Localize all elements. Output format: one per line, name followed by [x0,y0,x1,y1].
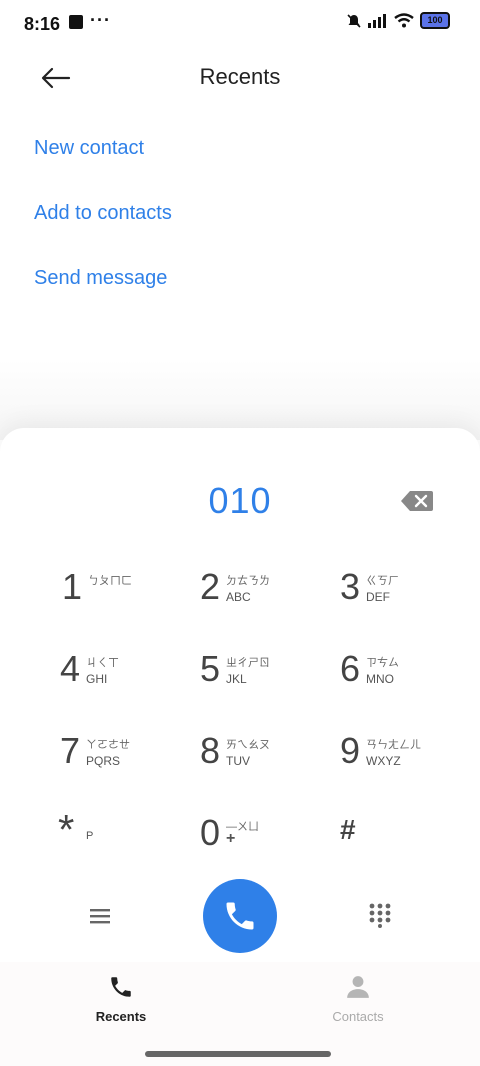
phone-icon [111,977,131,997]
nav-contacts[interactable]: Contacts [298,974,418,1024]
person-icon [347,976,369,998]
key-letters: P [86,830,94,842]
key-7[interactable]: 7 ㄚㄛㄜㄝ PQRS [60,726,200,796]
key-letters: MNO [366,672,394,686]
key-zhuyin: ㄢㄣㄤㄥㄦ [366,739,421,751]
key-letters: JKL [226,672,247,686]
key-4[interactable]: 4 ㄐㄑㄒ GHI [60,644,200,714]
notification-square-icon [69,15,83,29]
key-letters: PQRS [86,754,121,768]
key-digit: 3 [340,566,361,607]
key-letters: TUV [226,754,250,768]
phone-icon [226,902,254,930]
key-zhuyin: ㄗㄘㄙ [366,657,399,669]
key-digit: 1 [62,566,83,607]
key-letters: ABC [226,590,251,604]
key-digit: 2 [200,566,221,607]
key-6[interactable]: 6 ㄗㄘㄙ MNO [340,644,480,714]
home-indicator[interactable] [145,1051,331,1057]
new-contact-link[interactable]: New contact [34,137,144,160]
key-digit: # [340,814,356,845]
key-digit: * [58,806,75,853]
key-zhuyin: ㄓㄔㄕㄖ [226,657,270,669]
key-letters: DEF [366,590,390,604]
key-digit: 7 [60,730,81,771]
key-8[interactable]: 8 ㄞㄟㄠㄡ TUV [200,726,340,796]
menu-icon[interactable] [88,904,112,928]
key-digit: 8 [200,730,221,771]
key-zhuyin: ㄞㄟㄠㄡ [226,739,270,751]
more-notifications-icon: ··· [90,10,111,30]
key-hash[interactable]: # [340,808,480,878]
key-digit: 6 [340,648,361,689]
dialpad-icon[interactable] [368,902,392,928]
nav-contacts-label: Contacts [332,1009,384,1024]
key-digit: 9 [340,730,361,771]
add-to-contacts-link[interactable]: Add to contacts [34,202,172,225]
key-1[interactable]: 1 ㄅㄆㄇㄈ [62,562,202,632]
status-icons: 100 [346,12,450,29]
nav-recents[interactable]: Recents [61,974,181,1024]
key-3[interactable]: 3 ㄍㄎㄏ DEF [340,562,480,632]
key-0[interactable]: 0 —ㄨㄩ + [200,808,340,878]
key-2[interactable]: 2 ㄉㄊㄋㄌ ABC [200,562,340,632]
key-letters: WXYZ [366,754,401,768]
key-digit: 5 [200,648,221,689]
status-bar: 8:16 ··· 100 [0,0,480,48]
wifi-icon [394,13,414,28]
header: Recents [0,48,480,108]
call-button[interactable] [203,879,277,953]
page-title: Recents [199,64,281,89]
key-zhuyin: ㄐㄑㄒ [86,657,119,669]
mute-bell-icon [347,13,361,28]
key-zhuyin: ㄉㄊㄋㄌ [226,575,270,587]
backspace-icon[interactable] [400,490,434,512]
nav-recents-label: Recents [95,1009,147,1024]
key-letters: GHI [86,672,108,686]
key-letters: + [226,830,236,847]
key-digit: 4 [60,648,81,689]
key-9[interactable]: 9 ㄢㄣㄤㄥㄦ WXYZ [340,726,480,796]
key-star[interactable]: * P [58,806,198,878]
key-zhuyin: ㄚㄛㄜㄝ [86,739,130,751]
key-digit: 0 [200,812,221,853]
send-message-link[interactable]: Send message [34,267,167,290]
battery-icon: 100 [420,12,450,29]
dialer-panel: 010 1 ㄅㄆㄇㄈ 2 ㄉㄊㄋㄌ ABC 3 ㄍㄎㄏ DEF 4 ㄐㄑㄒ GH… [0,428,480,968]
key-zhuyin: ㄅㄆㄇㄈ [88,575,132,587]
key-zhuyin: ㄍㄎㄏ [366,575,399,587]
signal-icon [368,13,386,28]
key-5[interactable]: 5 ㄓㄔㄕㄖ JKL [200,644,340,714]
status-time: 8:16 [24,14,61,34]
